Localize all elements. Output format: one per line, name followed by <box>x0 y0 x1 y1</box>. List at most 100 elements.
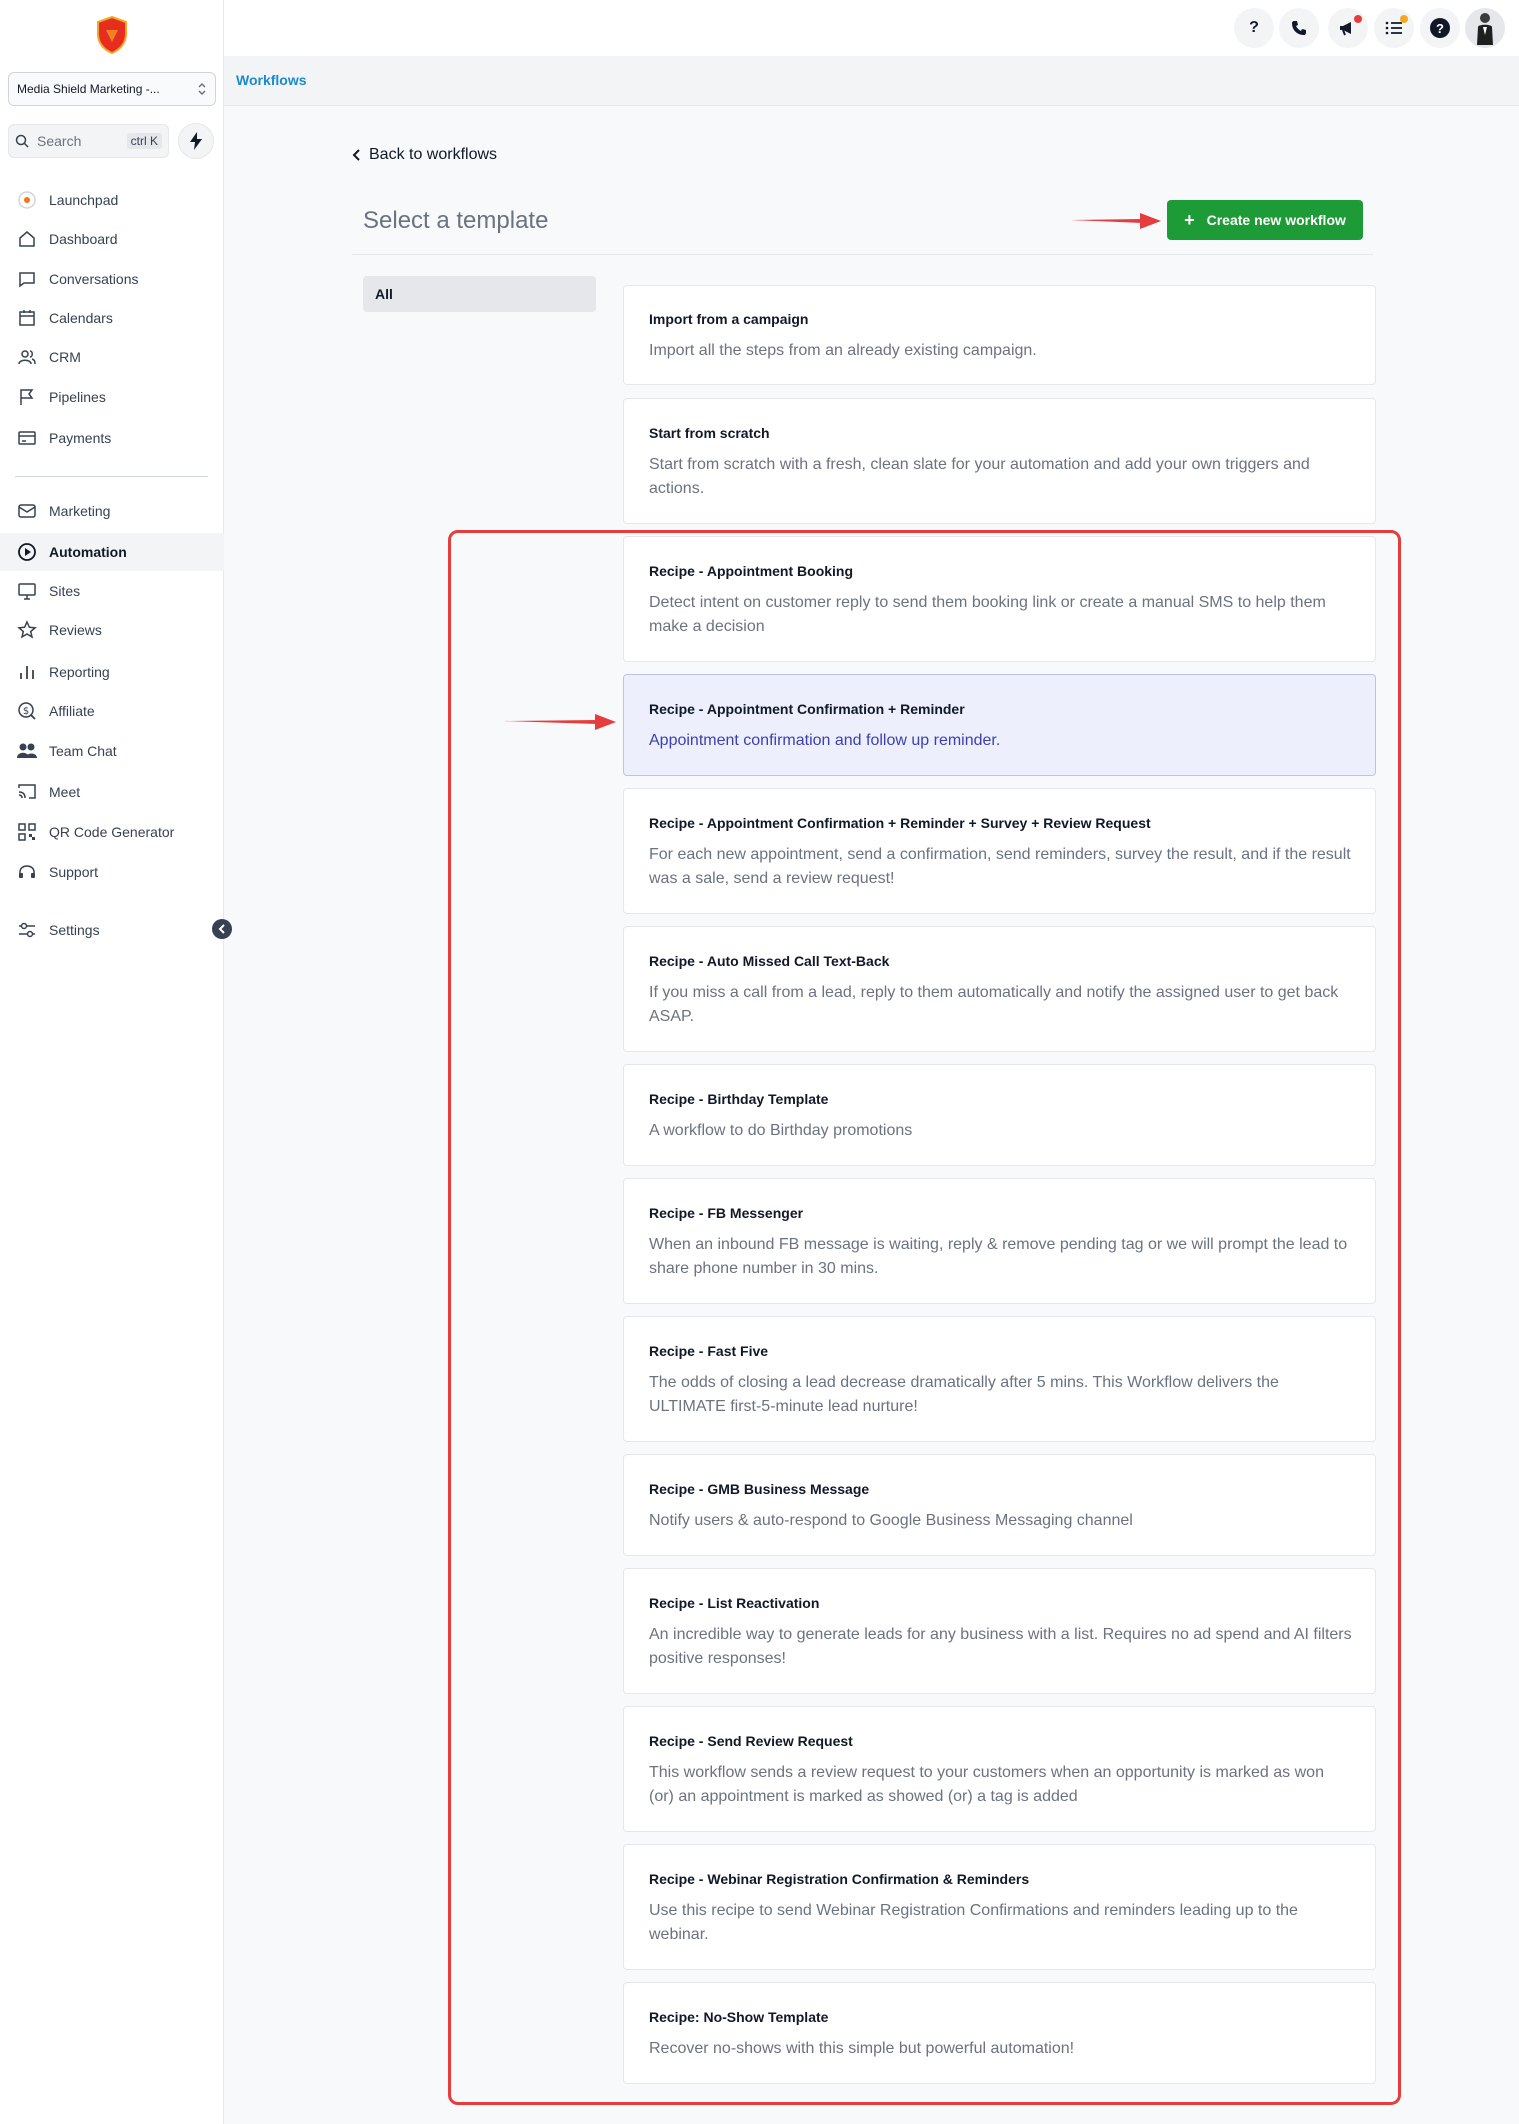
sidebar-divider <box>15 476 208 477</box>
sidebar-item-label: Reviews <box>49 622 102 638</box>
back-label: Back to workflows <box>369 146 498 163</box>
user-avatar-icon <box>1477 13 1493 45</box>
sidebar-item-label: Pipelines <box>49 389 106 405</box>
help-button[interactable]: ? <box>1234 8 1274 48</box>
mail-icon <box>15 499 39 523</box>
annotation-highlight-box <box>448 530 1401 2105</box>
sidebar-item-qr-code-generator[interactable]: QR Code Generator <box>0 813 224 851</box>
page-title: Select a template <box>363 207 549 234</box>
qr-code-icon <box>15 820 39 844</box>
sidebar-item-label: Affiliate <box>49 703 95 719</box>
sidebar-item-label: Conversations <box>49 271 139 287</box>
home-icon <box>15 227 39 251</box>
svg-text:$: $ <box>23 706 29 717</box>
launchpad-icon <box>15 188 39 212</box>
flag-icon <box>15 385 39 409</box>
company-logo[interactable] <box>96 15 128 55</box>
sidebar-item-dashboard[interactable]: Dashboard <box>0 220 224 258</box>
notification-dot <box>1354 15 1362 23</box>
sidebar-item-sites[interactable]: Sites <box>0 572 224 610</box>
chevron-left-icon <box>218 924 225 934</box>
collapse-sidebar-button[interactable] <box>212 919 232 939</box>
annotation-arrow-right <box>503 714 616 730</box>
sidebar-item-conversations[interactable]: Conversations <box>0 260 224 298</box>
sidebar-item-marketing[interactable]: Marketing <box>0 492 224 530</box>
sidebar-item-launchpad[interactable]: Launchpad <box>0 181 224 219</box>
annotation-arrow-right <box>1070 213 1161 229</box>
search-shortcut: ctrl K <box>126 133 162 149</box>
sidebar-item-label: QR Code Generator <box>49 824 175 840</box>
support-help-button[interactable]: ? <box>1420 8 1460 48</box>
phone-button[interactable] <box>1279 8 1319 48</box>
account-switcher[interactable]: Media Shield Marketing -... <box>8 72 216 106</box>
lightning-icon <box>190 132 202 150</box>
bar-chart-icon <box>15 660 39 684</box>
sidebar: Media Shield Marketing -... Search ctrl … <box>0 0 232 2124</box>
account-name: Media Shield Marketing -... <box>17 82 160 96</box>
sidebar-item-label: Team Chat <box>49 743 117 759</box>
headset-icon <box>15 860 39 884</box>
calendar-icon <box>15 306 39 330</box>
sidebar-item-label: CRM <box>49 349 81 365</box>
sidebar-item-reporting[interactable]: Reporting <box>0 653 224 691</box>
sliders-icon <box>15 918 39 942</box>
sidebar-item-automation[interactable]: Automation <box>0 533 224 571</box>
sidebar-item-calendars[interactable]: Calendars <box>0 299 224 337</box>
chevron-updown-icon <box>197 81 207 97</box>
sidebar-item-label: Dashboard <box>49 231 118 247</box>
template-title: Start from scratch <box>649 425 770 441</box>
sidebar-item-affiliate[interactable]: $ Affiliate <box>0 692 224 730</box>
title-divider <box>352 254 1373 255</box>
template-title: Import from a campaign <box>649 311 809 327</box>
chevron-left-icon <box>352 149 360 161</box>
credit-card-icon <box>15 426 39 450</box>
users-icon <box>15 345 39 369</box>
sidebar-item-payments[interactable]: Payments <box>0 419 224 457</box>
help-circle-icon: ? <box>1430 18 1450 38</box>
star-icon <box>15 618 39 642</box>
top-bar: ? ? <box>224 0 1519 56</box>
search-icon <box>15 134 29 148</box>
sidebar-item-label: Support <box>49 864 99 880</box>
sidebar-item-pipelines[interactable]: Pipelines <box>0 378 224 416</box>
tasks-button[interactable] <box>1374 8 1414 48</box>
sidebar-item-label: Automation <box>49 544 127 560</box>
notification-dot <box>1400 15 1408 23</box>
sidebar-item-support[interactable]: Support <box>0 853 224 891</box>
filter-all[interactable]: All <box>363 276 596 312</box>
dollar-search-icon: $ <box>15 699 39 723</box>
template-description: Import all the steps from an already exi… <box>649 342 1037 359</box>
create-button-label: Create new workflow <box>1206 212 1346 228</box>
back-to-workflows-link[interactable]: Back to workflows <box>352 146 497 164</box>
cast-icon <box>15 780 39 804</box>
template-card[interactable]: Start from scratch Start from scratch wi… <box>623 398 1376 524</box>
avatar[interactable] <box>1465 8 1505 48</box>
create-new-workflow-button[interactable]: + Create new workflow <box>1167 200 1363 240</box>
megaphone-icon <box>1340 22 1351 36</box>
chat-bubble-icon <box>15 267 39 291</box>
sidebar-item-label: Reporting <box>49 664 110 680</box>
sidebar-item-label: Meet <box>49 784 81 800</box>
search-box[interactable]: Search ctrl K <box>8 124 169 158</box>
template-card[interactable]: Import from a campaign Import all the st… <box>623 285 1376 385</box>
sidebar-item-reviews[interactable]: Reviews <box>0 611 224 649</box>
sidebar-item-label: Settings <box>49 922 100 938</box>
phone-icon <box>1292 21 1306 35</box>
sidebar-item-crm[interactable]: CRM <box>0 338 224 376</box>
plus-icon: + <box>1184 209 1195 230</box>
sidebar-item-label: Sites <box>49 583 81 599</box>
search-label: Search <box>37 133 82 149</box>
quick-action-button[interactable] <box>178 123 214 159</box>
sidebar-item-team-chat[interactable]: Team Chat <box>0 732 224 770</box>
sidebar-item-label: Calendars <box>49 310 113 326</box>
sidebar-item-settings[interactable]: Settings <box>0 911 224 949</box>
team-icon <box>15 739 39 763</box>
announcements-button[interactable] <box>1328 8 1368 48</box>
play-circle-icon <box>15 540 39 564</box>
breadcrumb-workflows[interactable]: Workflows <box>236 72 307 88</box>
sidebar-item-label: Marketing <box>49 503 111 519</box>
list-icon <box>1385 21 1402 35</box>
sidebar-item-meet[interactable]: Meet <box>0 773 224 811</box>
sidebar-item-label: Payments <box>49 430 112 446</box>
template-description: Start from scratch with a fresh, clean s… <box>649 456 1310 497</box>
